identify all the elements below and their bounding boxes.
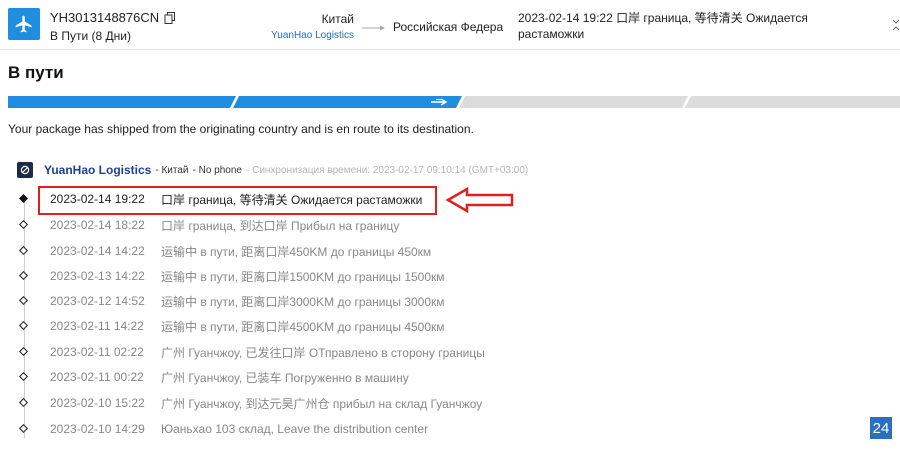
carrier-logo-icon <box>17 162 33 178</box>
last-event-summary: 2023-02-14 19:22 口岸 граница, 等待清关 Ожидае… <box>518 11 808 41</box>
event-date: 2023-02-14 18:22 <box>50 218 145 232</box>
timeline-event: 2023-02-11 00:22 广州 Гуанчжоу, 已装车 Погруж… <box>0 364 700 390</box>
event-date: 2023-02-10 15:22 <box>50 396 145 410</box>
diamond-icon <box>19 372 28 381</box>
progress-segment-1 <box>8 96 236 108</box>
diamond-icon <box>19 296 28 305</box>
timeline-event: 2023-02-11 02:22 广州 Гуанчжоу, 已发往口岸 ОТпр… <box>0 339 700 365</box>
progress-bar <box>8 96 900 108</box>
timeline-event: 2023-02-14 18:22 口岸 граница, 到达口岸 Прибыл… <box>0 212 700 238</box>
diamond-icon <box>19 321 28 330</box>
carrier-info-row: YuanHao Logistics - Китай - No phone - С… <box>17 162 528 178</box>
origin-country: Китай <box>321 12 354 26</box>
timeline-event: 2023-02-12 14:52 运输中 в пути, 距离口岸3000KM … <box>0 288 700 314</box>
event-date: 2023-02-14 14:22 <box>50 244 145 258</box>
progress-segment-2 <box>233 96 462 108</box>
event-date: 2023-02-12 14:52 <box>50 294 145 308</box>
diamond-icon <box>19 424 28 433</box>
tracking-number[interactable]: YH3013148876CN <box>50 10 159 25</box>
event-date: 2023-02-11 02:22 <box>50 345 144 359</box>
airplane-icon <box>8 8 40 40</box>
carrier-phone: - No phone <box>192 164 242 176</box>
event-description: Юаньхао 103 склад, Leave the distributio… <box>161 422 429 436</box>
event-description: 广州 Гуанчжоу, 到达元昊广州仓 прибыл на склад Гуа… <box>161 396 483 411</box>
carrier-name[interactable]: YuanHao Logistics <box>44 163 151 177</box>
event-date: 2023-02-11 14:22 <box>50 319 144 333</box>
diamond-icon <box>19 271 28 280</box>
copy-icon[interactable] <box>164 11 176 24</box>
filled-diamond-icon <box>19 194 28 203</box>
event-description: 运输中 в пути, 距离口岸3000KM до границы 3000км <box>161 294 445 309</box>
progress-segment-4 <box>685 96 900 108</box>
route-arrow-icon <box>362 25 385 31</box>
event-description: 广州 Гуанчжоу, 已发往口岸 ОТправлено в сторону … <box>161 345 485 360</box>
page-title: В пути <box>8 63 64 82</box>
destination-country: Российская Федерация <box>393 20 503 34</box>
event-date: 2023-02-11 00:22 <box>50 370 144 384</box>
shipped-message: Your package has shipped from the origin… <box>8 122 474 136</box>
event-date: 2023-02-13 14:22 <box>50 269 145 283</box>
carrier-country: - Китай <box>155 164 189 176</box>
timeline-event: 2023-02-10 14:29 Юаньхао 103 склад, Leav… <box>0 416 700 442</box>
timeline-event-current: 2023-02-14 19:22 口岸 граница, 等待清关 Ожидае… <box>0 186 700 215</box>
red-arrow-icon <box>445 187 514 213</box>
timeline-event: 2023-02-14 14:22 运输中 в пути, 距离口岸450KM д… <box>0 238 700 264</box>
event-description: 运输中 в пути, 距离口岸450KM до границы 450км <box>161 244 432 259</box>
shipment-status: В Пути (8 Дни) <box>50 29 131 43</box>
tracking-number-row: YH3013148876CN <box>50 10 176 25</box>
carrier-link[interactable]: YuanHao Logistics <box>271 30 354 41</box>
event-description: 运输中 в пути, 距离口岸4500KM до границы 4500км <box>161 319 445 334</box>
collapse-icon[interactable] <box>890 18 900 32</box>
diamond-icon <box>19 220 28 229</box>
sync-time: - Синхронизация времени: 2023-02-17 09:1… <box>245 164 529 176</box>
shipment-header: YH3013148876CN В Пути (8 Дни) Китай Yuan… <box>0 0 900 50</box>
event-description: 广州 Гуанчжоу, 已装车 Погруженно в машину <box>161 370 409 385</box>
event-description: 口岸 граница, 到达口岸 Прибыл на границу <box>161 218 400 233</box>
timeline-event: 2023-02-10 15:22 广州 Гуанчжоу, 到达元昊广州仓 пр… <box>0 390 700 416</box>
diamond-icon <box>19 246 28 255</box>
diamond-icon <box>19 347 28 356</box>
highlight-box <box>38 186 437 215</box>
diamond-icon <box>19 398 28 407</box>
event-date: 2023-02-10 14:29 <box>50 422 145 436</box>
event-description: 运输中 в пути, 距离口岸1500KM до границы 1500км <box>161 269 445 284</box>
progress-segment-3 <box>459 96 688 108</box>
timeline-event: 2023-02-11 14:22 运输中 в пути, 距离口岸4500KM … <box>0 313 700 339</box>
timeline-event: 2023-02-13 14:22 运输中 в пути, 距离口岸1500KM … <box>0 263 700 289</box>
page-badge[interactable]: 24 <box>870 417 892 439</box>
